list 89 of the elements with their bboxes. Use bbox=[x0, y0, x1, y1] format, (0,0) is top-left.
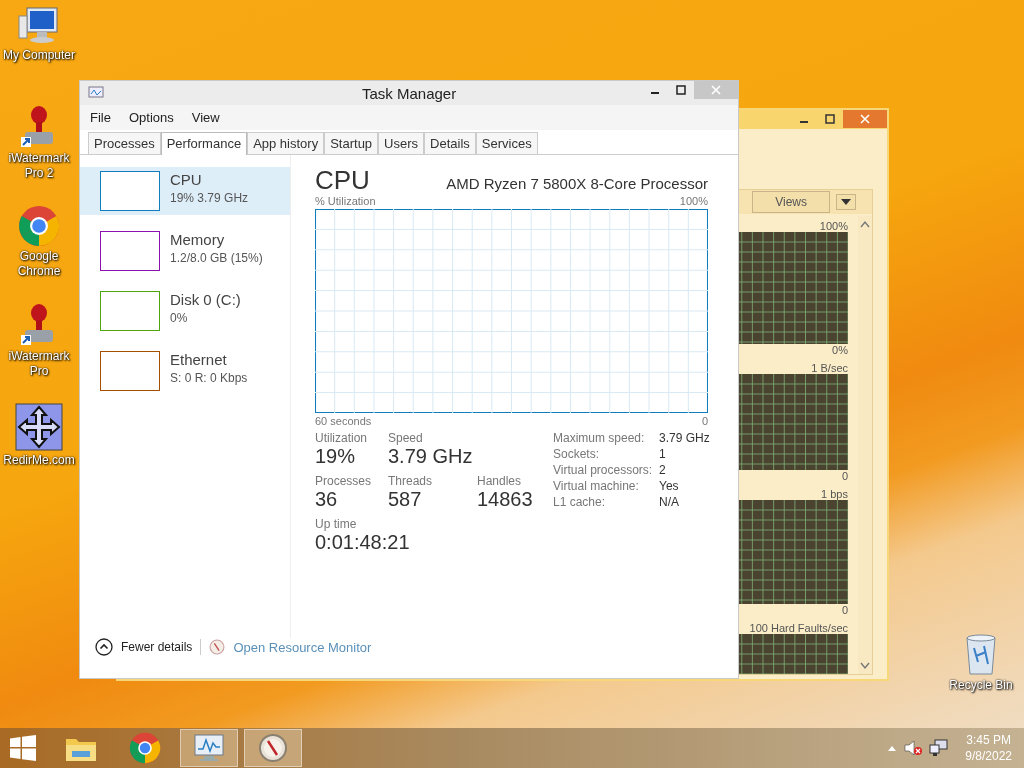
close-button[interactable] bbox=[843, 110, 887, 128]
graph-scale-label: 0% bbox=[832, 344, 848, 356]
spec-value: 1 bbox=[659, 447, 666, 461]
gauge-icon bbox=[258, 733, 288, 763]
caret-icon bbox=[841, 199, 851, 205]
spec-value: 2 bbox=[659, 463, 666, 477]
graph-scale-label: 0 bbox=[841, 604, 848, 616]
stat-label: Speed bbox=[388, 431, 423, 445]
taskbar-app-button[interactable] bbox=[244, 729, 302, 767]
resource-item[interactable]: Memory 1.2/8.0 GB (15%) bbox=[80, 227, 290, 275]
graph-scale-label: 0 bbox=[841, 470, 848, 482]
detail-title: CPU bbox=[315, 167, 370, 193]
chrome-icon bbox=[129, 732, 161, 764]
resource-detail: 0% bbox=[170, 311, 189, 325]
tab[interactable]: Users bbox=[378, 132, 425, 154]
resource-name: Disk 0 (C:) bbox=[170, 291, 241, 308]
monitor-graph-icon bbox=[88, 86, 104, 100]
stat-label: Utilization bbox=[315, 431, 368, 445]
resource-item[interactable]: CPU 19% 3.79 GHz bbox=[80, 167, 290, 215]
stat-value: 587 bbox=[388, 488, 422, 511]
scroll-up-icon[interactable] bbox=[860, 220, 870, 228]
speaker-muted-icon[interactable] bbox=[903, 739, 924, 757]
tab[interactable]: App history bbox=[247, 132, 325, 154]
spec-value: 3.79 GHz bbox=[659, 431, 710, 445]
tab[interactable]: Services bbox=[475, 132, 538, 154]
recycle-bin-icon bbox=[964, 632, 998, 676]
close-icon bbox=[711, 85, 721, 95]
spec-value: Yes bbox=[659, 479, 679, 493]
graph-scale-label: 1 bps bbox=[821, 488, 848, 500]
resource-name: CPU bbox=[170, 171, 203, 188]
maximize-icon bbox=[825, 114, 835, 124]
graph-min: 0 bbox=[701, 415, 708, 427]
graph-scale-label: 1 B/sec bbox=[811, 362, 848, 374]
tab[interactable]: Details bbox=[424, 132, 476, 154]
stat-label: Up time bbox=[315, 517, 357, 531]
tab[interactable]: Startup bbox=[324, 132, 379, 154]
stat-value: 0:01:48:21 bbox=[315, 531, 410, 554]
scrollbar[interactable] bbox=[858, 216, 872, 674]
spec-label: L1 cache: bbox=[553, 495, 606, 509]
stat-value: 14863 bbox=[477, 488, 533, 511]
taskbar-app-button[interactable] bbox=[180, 729, 238, 767]
spec-label: Virtual processors: bbox=[553, 463, 653, 477]
minimize-icon bbox=[799, 121, 809, 123]
resource-detail: 1.2/8.0 GB (15%) bbox=[170, 251, 263, 265]
stat-value: 36 bbox=[315, 488, 338, 511]
resource-name: Memory bbox=[170, 231, 226, 248]
spec-label: Sockets: bbox=[553, 447, 600, 461]
fewer-details-button[interactable]: Fewer details bbox=[95, 638, 193, 656]
arrows-icon bbox=[15, 403, 63, 451]
scroll-down-icon[interactable] bbox=[860, 662, 870, 670]
resource-detail: 19% 3.79 GHz bbox=[170, 191, 249, 205]
graph-scale-label: 100 Hard Faults/sec bbox=[749, 622, 848, 634]
stat-label: Handles bbox=[477, 474, 522, 488]
tab[interactable]: Processes bbox=[88, 132, 161, 154]
chrome-icon bbox=[18, 205, 60, 247]
gauge-icon bbox=[209, 639, 226, 655]
stat-label: Threads bbox=[388, 474, 433, 488]
dropdown-button[interactable] bbox=[836, 194, 856, 210]
menu-item[interactable]: File bbox=[86, 109, 115, 126]
maximize-icon bbox=[676, 85, 686, 95]
stat-value: 3.79 GHz bbox=[388, 445, 473, 468]
network-icon[interactable] bbox=[929, 739, 950, 757]
window-title: Task Manager bbox=[362, 85, 457, 102]
spec-label: Virtual machine: bbox=[553, 479, 639, 493]
chevron-up-icon bbox=[95, 638, 113, 656]
minimize-icon bbox=[650, 92, 660, 94]
graph-label: % Utilization bbox=[315, 195, 376, 207]
monitor-graph-icon bbox=[192, 733, 226, 763]
menu-item[interactable]: Options bbox=[124, 109, 178, 126]
computer-icon bbox=[17, 6, 61, 46]
graph-span: 60 seconds bbox=[315, 415, 372, 427]
chevron-up-icon[interactable] bbox=[887, 745, 898, 751]
resource-name: Ethernet bbox=[170, 351, 228, 368]
menu-item[interactable]: View bbox=[187, 109, 224, 126]
views-button[interactable]: Views bbox=[752, 191, 830, 213]
resource-item[interactable]: Disk 0 (C:) 0% bbox=[80, 287, 290, 335]
stat-label: Processes bbox=[315, 474, 372, 488]
stat-value: 19% bbox=[315, 445, 356, 468]
graph-scale-label: 100% bbox=[819, 220, 848, 232]
spec-value: N/A bbox=[659, 495, 679, 509]
tab[interactable]: Performance bbox=[160, 132, 248, 155]
processor-name: AMD Ryzen 7 5800X 8-Core Processor bbox=[446, 175, 708, 192]
resource-detail: S: 0 R: 0 Kbps bbox=[170, 371, 248, 385]
resource-item[interactable]: Ethernet S: 0 R: 0 Kbps bbox=[80, 347, 290, 395]
close-icon bbox=[860, 114, 870, 124]
spec-label: Maximum speed: bbox=[553, 431, 645, 445]
graph-max: 100% bbox=[679, 195, 708, 207]
windows-logo-icon bbox=[10, 735, 36, 761]
open-resource-monitor-link[interactable]: Open Resource Monitor bbox=[233, 639, 372, 655]
